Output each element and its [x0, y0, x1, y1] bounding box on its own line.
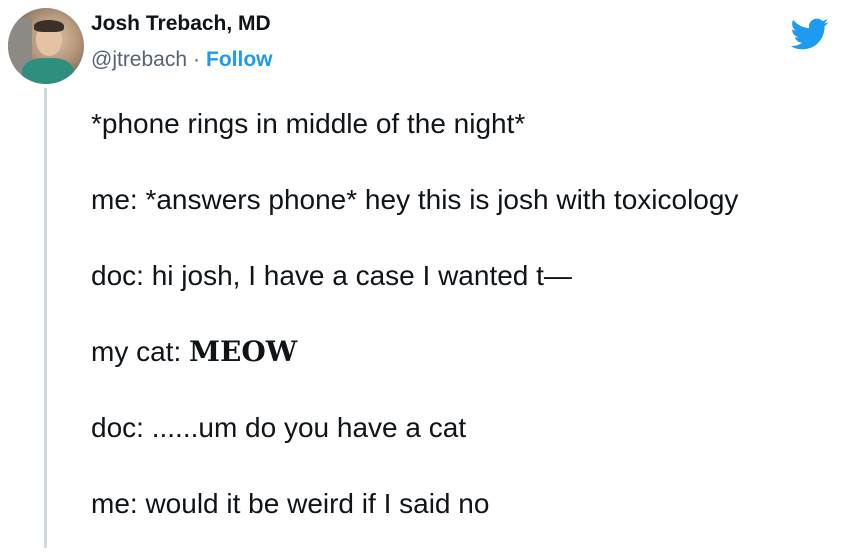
twitter-bird-icon[interactable]: [786, 14, 832, 54]
tweet-text: *phone rings in middle of the night* me:…: [91, 104, 851, 560]
avatar-hair: [34, 20, 64, 32]
separator-dot: ·: [193, 48, 201, 71]
tweet-line-4-emphasis: MEOW: [189, 335, 298, 368]
tweet-line-3: doc: hi josh, I have a case I wanted t—: [91, 256, 851, 296]
author-handle[interactable]: @jtrebach: [91, 48, 187, 71]
tweet-line-6: me: would it be weird if I said no: [91, 484, 851, 524]
tweet-line-3-text: doc: hi josh, I have a case I wanted t—: [91, 260, 572, 291]
tweet-line-1: *phone rings in middle of the night*: [91, 104, 851, 144]
tweet-line-4: my cat: MEOW: [91, 332, 851, 372]
tweet-line-1-text: *phone rings in middle of the night*: [91, 108, 526, 139]
avatar-shirt: [22, 58, 74, 84]
tweet-line-4-text: my cat:: [91, 336, 190, 367]
follow-button[interactable]: Follow: [206, 48, 273, 71]
tweet-line-2: me: *answers phone* hey this is josh wit…: [91, 180, 851, 220]
tweet-line-5: doc: ......um do you have a cat: [91, 408, 851, 448]
avatar[interactable]: [8, 8, 84, 84]
thread-line: [44, 88, 47, 548]
tweet-line-2-text: me: *answers phone* hey this is josh wit…: [91, 184, 739, 215]
author-handle-row: @jtrebach · Follow: [91, 48, 273, 72]
author-name[interactable]: Josh Trebach, MD: [91, 12, 271, 36]
tweet-line-6-text: me: would it be weird if I said no: [91, 488, 490, 519]
tweet-line-5-text: doc: ......um do you have a cat: [91, 412, 467, 443]
